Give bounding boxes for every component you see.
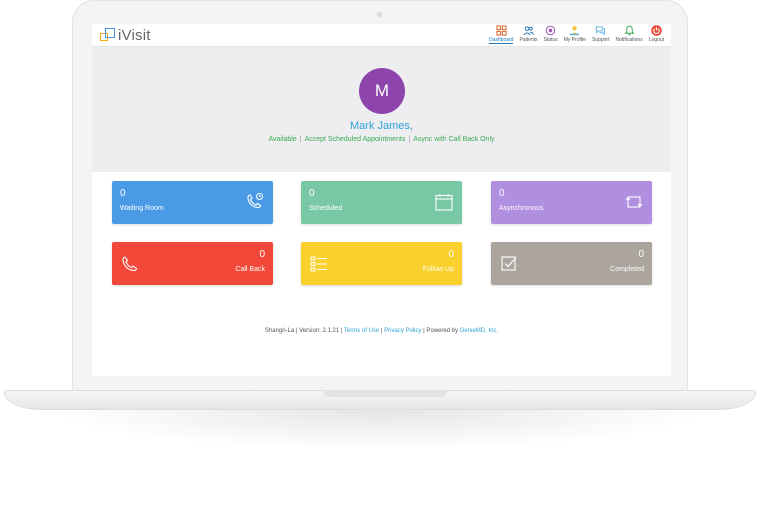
app-screen: iVisit Dashboard Patients Status My Prof… bbox=[92, 24, 671, 376]
tile-count: 0 bbox=[499, 188, 505, 199]
tile-asynchronous[interactable]: 0 Asynchronous bbox=[491, 181, 652, 224]
tile-completed[interactable]: 0 Completed bbox=[491, 242, 652, 285]
laptop-notch bbox=[323, 390, 447, 397]
dashboard-icon bbox=[496, 25, 507, 36]
status-scheduled[interactable]: Accept Scheduled Appointments bbox=[305, 136, 406, 143]
tile-label: Scheduled bbox=[309, 205, 343, 212]
avatar[interactable]: M bbox=[359, 68, 405, 114]
nav-label-logout: Logout bbox=[648, 37, 664, 43]
checkbox-icon bbox=[501, 256, 517, 271]
nav-my-profile[interactable]: My Profile bbox=[561, 25, 589, 44]
tile-call-back[interactable]: 0 Call Back bbox=[112, 242, 273, 285]
checklist-icon bbox=[310, 256, 327, 272]
tile-count: 0 bbox=[638, 249, 644, 260]
tile-scheduled[interactable]: 0 Scheduled bbox=[301, 181, 462, 224]
availability-status: Available | Accept Scheduled Appointments |… bbox=[92, 136, 671, 143]
nav-label-dashboard: Dashboard bbox=[488, 37, 514, 44]
nav-label-support: Support bbox=[591, 37, 610, 43]
nav-label-notifications: Notifications bbox=[615, 37, 643, 43]
user-name: Mark James, bbox=[350, 120, 413, 132]
laptop-base bbox=[4, 390, 756, 410]
nav-label-patients: Patients bbox=[519, 37, 538, 43]
logo-text: iVisit bbox=[118, 26, 151, 44]
tile-count: 0 bbox=[259, 249, 265, 260]
footer-powered: | Powered by bbox=[421, 328, 460, 334]
status-separator: | bbox=[408, 136, 411, 143]
tile-label: Asynchronous bbox=[499, 205, 544, 212]
nav-logout[interactable]: Logout bbox=[646, 25, 667, 44]
tile-count: 0 bbox=[448, 249, 454, 260]
nav-status[interactable]: Status bbox=[541, 25, 561, 44]
status-separator: | bbox=[299, 136, 302, 143]
privacy-link[interactable]: Privacy Policy bbox=[384, 328, 421, 334]
phone-icon bbox=[122, 256, 138, 272]
tile-waiting-room[interactable]: 0 Waiting Room bbox=[112, 181, 273, 224]
profile-icon bbox=[570, 26, 580, 36]
patients-icon bbox=[523, 26, 534, 36]
tile-count: 0 bbox=[309, 188, 315, 199]
status-available[interactable]: Available bbox=[268, 136, 296, 143]
logo-mark-icon bbox=[100, 27, 116, 43]
footer-version: Shangri-La | Version: 2.1.21 | bbox=[264, 328, 344, 334]
bell-icon bbox=[624, 25, 635, 36]
tile-count: 0 bbox=[120, 188, 126, 199]
async-icon bbox=[625, 196, 643, 208]
support-icon bbox=[596, 26, 606, 36]
nav-patients[interactable]: Patients bbox=[516, 25, 540, 44]
nav-support[interactable]: Support bbox=[589, 25, 613, 44]
dashboard-tiles: 0 Waiting Room 0 Scheduled 0 Asynchronou… bbox=[92, 172, 671, 376]
nav-label-status: Status bbox=[543, 37, 558, 43]
power-icon bbox=[651, 25, 662, 36]
nav-label-my-profile: My Profile bbox=[563, 37, 586, 43]
camera-dot bbox=[377, 12, 382, 17]
tile-label: Waiting Room bbox=[120, 205, 164, 212]
tile-label: Call Back bbox=[235, 266, 265, 273]
phone-clock-icon bbox=[247, 193, 263, 209]
laptop-shadow bbox=[50, 410, 710, 450]
tile-label: Completed bbox=[610, 266, 644, 273]
top-header: iVisit Dashboard Patients Status My Prof… bbox=[92, 24, 671, 47]
main-nav: Dashboard Patients Status My Profile Sup… bbox=[486, 25, 667, 44]
company-link[interactable]: GenieMD, Inc. bbox=[460, 328, 498, 334]
status-icon bbox=[545, 25, 556, 36]
nav-notifications[interactable]: Notifications bbox=[612, 25, 645, 44]
tile-label: Follow Up bbox=[422, 266, 454, 273]
status-async[interactable]: Async with Call Back Only bbox=[413, 136, 494, 143]
app-logo[interactable]: iVisit bbox=[100, 26, 151, 44]
terms-link[interactable]: Terms of Use bbox=[344, 328, 379, 334]
footer: Shangri-La | Version: 2.1.21 | Terms of … bbox=[92, 328, 671, 334]
tile-follow-up[interactable]: 0 Follow Up bbox=[301, 242, 462, 285]
calendar-icon bbox=[435, 194, 453, 211]
nav-dashboard[interactable]: Dashboard bbox=[486, 25, 516, 44]
